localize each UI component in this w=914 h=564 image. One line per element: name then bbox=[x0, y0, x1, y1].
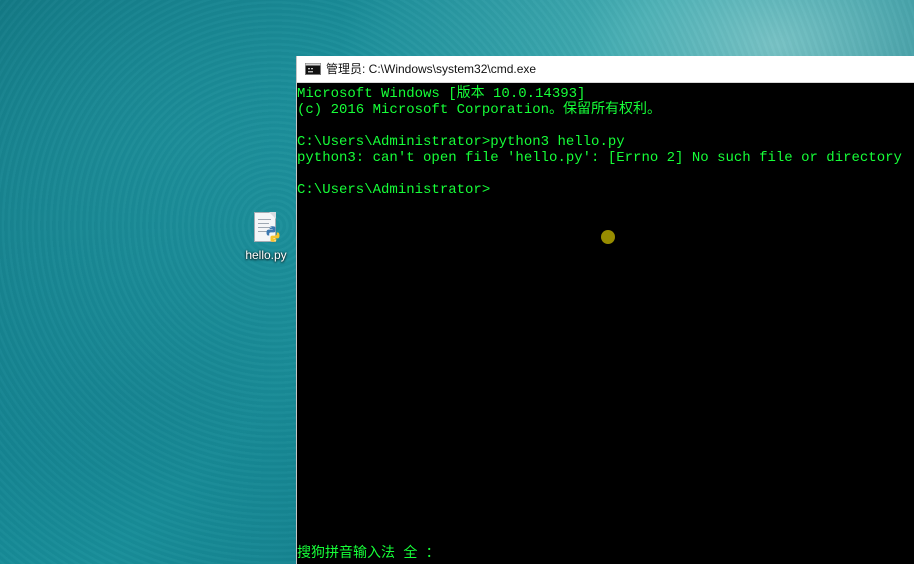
mouse-cursor-indicator bbox=[601, 230, 615, 244]
console-line-copyright: (c) 2016 Microsoft Corporation。保留所有权利。 bbox=[297, 102, 662, 118]
desktop-file-label[interactable]: hello.py bbox=[238, 248, 294, 262]
console-line-version: Microsoft Windows [版本 10.0.14393] bbox=[297, 86, 586, 102]
command-prompt-window[interactable]: 管理员: C:\Windows\system32\cmd.exe Microso… bbox=[296, 56, 914, 564]
console-output[interactable]: Microsoft Windows [版本 10.0.14393] (c) 20… bbox=[297, 84, 914, 564]
python-logo-icon bbox=[266, 226, 280, 242]
python-file-icon[interactable] bbox=[250, 212, 282, 246]
console-line-error: python3: can't open file 'hello.py': [Er… bbox=[297, 150, 902, 166]
command-prompt-icon bbox=[305, 63, 321, 75]
console-prompt-line[interactable]: C:\Users\Administrator> bbox=[297, 182, 490, 198]
desktop-file-hello-py[interactable]: hello.py bbox=[238, 212, 294, 272]
window-title: 管理员: C:\Windows\system32\cmd.exe bbox=[326, 62, 537, 76]
console-line-command: C:\Users\Administrator>python3 hello.py bbox=[297, 134, 625, 150]
window-titlebar[interactable]: 管理员: C:\Windows\system32\cmd.exe bbox=[297, 56, 914, 83]
ime-status-bar[interactable]: 搜狗拼音输入法 全 ： bbox=[297, 546, 440, 562]
